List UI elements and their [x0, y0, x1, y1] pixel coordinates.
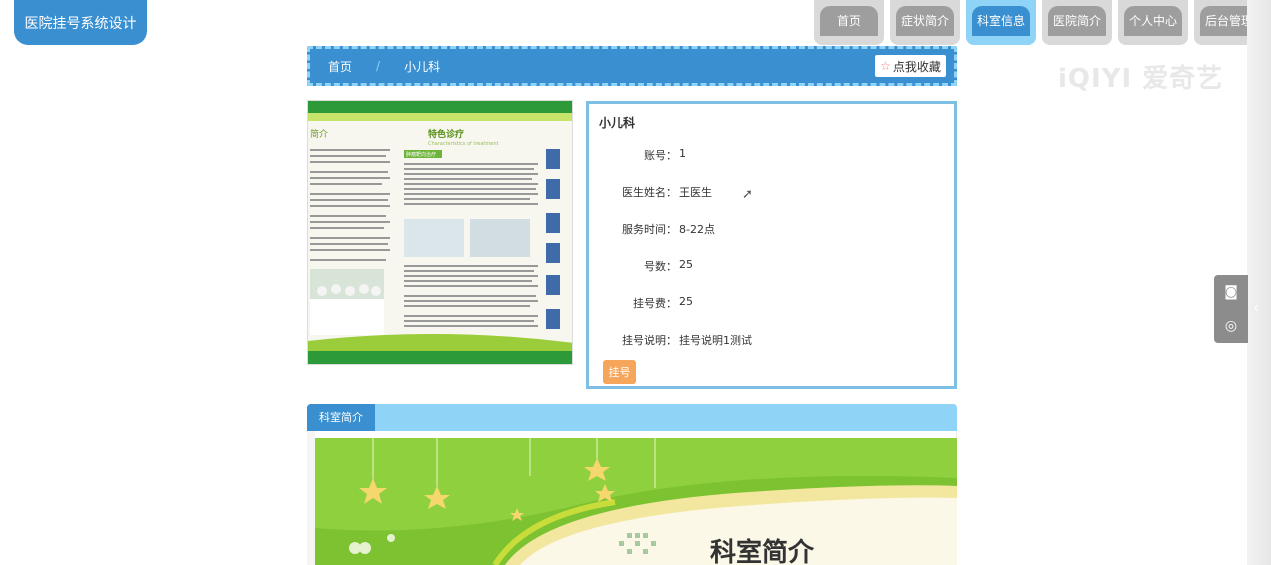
- field-fee: 挂号费： 25: [589, 295, 949, 315]
- nav-departments-label: 科室信息: [972, 6, 1030, 36]
- department-title: 小儿科: [599, 116, 636, 130]
- mouse-cursor-icon: ➚: [742, 187, 753, 202]
- field-value: 25: [679, 295, 693, 308]
- field-label: 号数：: [644, 260, 677, 273]
- breadcrumb-current: 小儿科: [404, 59, 441, 74]
- favorite-label: 点我收藏: [892, 59, 941, 74]
- photo-subheading: Characteristics of treatment: [428, 141, 499, 147]
- field-label: 服务时间：: [622, 223, 677, 236]
- nav-symptoms-label: 症状简介: [896, 6, 954, 36]
- field-doctor: 医生姓名： 王医生: [589, 184, 949, 204]
- breadcrumb-separator: /: [376, 59, 381, 73]
- photo-left-heading: 简介: [310, 128, 328, 140]
- breadcrumb-home[interactable]: 首页: [328, 58, 352, 75]
- top-nav: 首页 症状简介 科室信息 医院简介 个人中心 后台管理: [814, 0, 1270, 45]
- camera-icon[interactable]: ◙: [1214, 275, 1248, 309]
- nav-symptoms[interactable]: 症状简介: [890, 0, 960, 45]
- field-account: 账号： 1: [589, 147, 949, 167]
- intro-tab[interactable]: 科室简介: [307, 404, 375, 431]
- department-detail-card: 小儿科 账号： 1 医生姓名： 王医生 服务时间： 8-22点 号数： 25 挂…: [586, 101, 957, 389]
- nav-home[interactable]: 首页: [814, 0, 884, 45]
- field-value: 8-22点: [679, 223, 715, 236]
- photo-section: 肿瘤靶向治疗: [406, 151, 436, 158]
- field-label: 挂号说明：: [622, 334, 677, 347]
- favorite-button[interactable]: ☆ 点我收藏: [875, 55, 946, 77]
- field-note: 挂号说明： 挂号说明1测试: [589, 332, 949, 352]
- nav-home-label: 首页: [820, 6, 878, 36]
- nav-profile[interactable]: 个人中心: [1118, 0, 1188, 45]
- photo-heading: 特色诊疗: [428, 128, 464, 140]
- field-value: 挂号说明1测试: [679, 334, 752, 347]
- nav-hospital-label: 医院简介: [1048, 6, 1106, 36]
- nav-departments[interactable]: 科室信息: [966, 0, 1036, 45]
- field-service-time: 服务时间： 8-22点: [589, 221, 949, 241]
- field-value: 25: [679, 258, 693, 271]
- department-photo: 简介 特色诊疗 Characteristics of treatment 肿瘤靶…: [307, 100, 573, 365]
- target-icon[interactable]: ◎: [1214, 309, 1248, 343]
- field-value: 1: [679, 147, 686, 160]
- app-logo[interactable]: 医院挂号系统设计: [14, 0, 147, 45]
- nav-profile-label: 个人中心: [1124, 6, 1182, 36]
- book-button[interactable]: 挂号: [603, 360, 636, 384]
- field-value: 王医生: [679, 186, 712, 199]
- scrollbar[interactable]: [1247, 0, 1271, 565]
- intro-header: 科室简介: [307, 404, 957, 431]
- star-icon: ☆: [880, 59, 891, 73]
- page: { "app": { "title": "医院挂号系统设计" }, "nav":…: [0, 0, 1271, 565]
- chevron-left-icon[interactable]: ‹: [1253, 298, 1259, 317]
- field-label: 账号：: [644, 149, 677, 162]
- intro-banner: 科室简介: [315, 438, 957, 565]
- breadcrumb: 首页 / 小儿科 ☆ 点我收藏: [307, 46, 957, 86]
- field-quota: 号数： 25: [589, 258, 949, 278]
- intro-banner-title: 科室简介: [710, 537, 815, 565]
- field-label: 医生姓名：: [622, 186, 677, 199]
- field-label: 挂号费：: [633, 297, 677, 310]
- side-toolbar: ◙ ◎: [1214, 275, 1248, 343]
- nav-hospital[interactable]: 医院简介: [1042, 0, 1112, 45]
- video-watermark: iQIYI 爱奇艺: [1058, 64, 1224, 94]
